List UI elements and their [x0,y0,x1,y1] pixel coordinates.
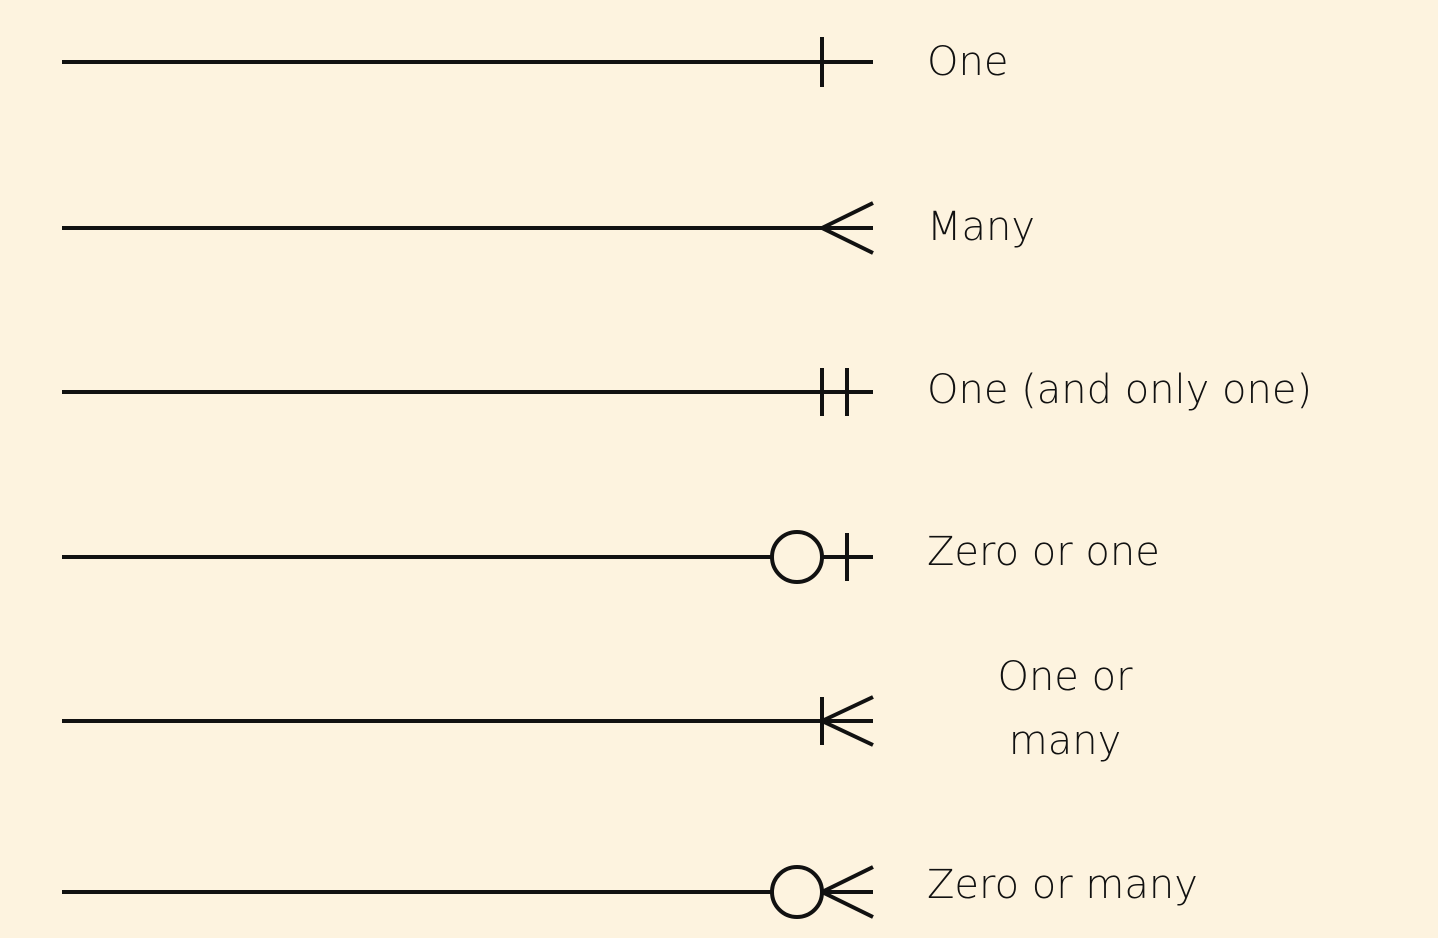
zero-circle [770,865,824,919]
label-one-or-many: One or many [985,653,1145,765]
crows-foot-lower [821,226,874,255]
crows-foot-lower [821,719,874,747]
crows-foot-upper [821,865,874,894]
crows-foot-legend-diagram [62,37,874,919]
label-zero-or-many: Zero or many [927,862,1198,908]
label-one: One [927,39,1009,85]
symbol-one-or-many [62,695,874,747]
label-one-or-many-line2: many [1008,718,1122,764]
label-one-and-only-one: One (and only one) [927,367,1313,413]
crows-foot-upper [821,201,874,230]
symbol-one-and-only-one [62,368,873,416]
crows-foot-upper [821,695,874,723]
label-zero-or-one: Zero or one [927,529,1160,575]
crows-foot-lower [821,890,874,919]
symbol-zero-or-many [62,865,874,919]
symbol-one [62,37,873,87]
label-one-or-many-line1: One or [997,654,1133,700]
symbol-zero-or-one [62,530,873,584]
symbol-many [62,201,874,255]
zero-circle [770,530,824,584]
label-many: Many [927,204,1036,250]
